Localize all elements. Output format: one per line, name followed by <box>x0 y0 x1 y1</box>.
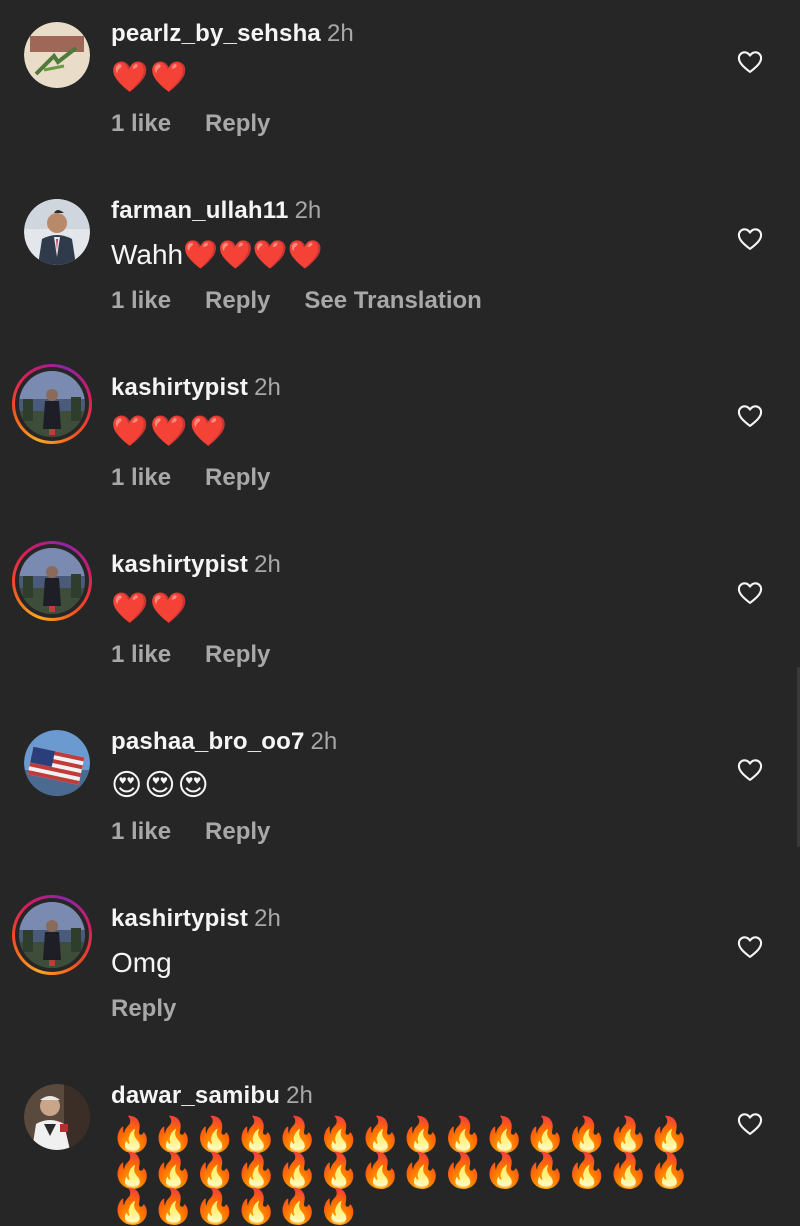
avatar-image <box>19 371 85 437</box>
avatar-ring-gap <box>15 898 89 972</box>
comment-item: kashirtypist 2h ❤️❤️ 1 like Reply <box>0 531 800 708</box>
avatar[interactable] <box>24 730 90 796</box>
reply-button[interactable]: Reply <box>205 641 270 668</box>
comment-username[interactable]: kashirtypist <box>111 905 248 932</box>
comment-username[interactable]: kashirtypist <box>111 551 248 578</box>
comment-text: Wahh❤️❤️❤️❤️ <box>111 239 323 270</box>
heart-outline-icon[interactable] <box>736 1110 764 1138</box>
story-ring-avatar[interactable] <box>12 541 92 621</box>
comments-list: pearlz_by_sehsha 2h ❤️❤️ 1 like Reply farm… <box>0 0 800 1225</box>
comment-actions: 1 like Reply <box>111 464 304 492</box>
comment-header: pearlz_by_sehsha 2h <box>111 20 354 48</box>
reply-button[interactable]: Reply <box>205 818 270 845</box>
comment-actions: 1 like Reply <box>111 110 304 138</box>
comment-username[interactable]: kashirtypist <box>111 374 248 401</box>
comment-time: 2h <box>254 905 281 932</box>
comment-item: kashirtypist 2h Omg Reply <box>0 885 800 1062</box>
avatar-image <box>24 22 90 88</box>
comment-actions: 1 like Reply See Translation <box>111 287 516 315</box>
comment-time: 2h <box>326 20 354 47</box>
comment-header: kashirtypist 2h <box>111 551 281 579</box>
comment-actions: Reply <box>111 995 210 1023</box>
comment-item: pearlz_by_sehsha 2h ❤️❤️ 1 like Reply <box>0 0 800 177</box>
heart-outline-icon[interactable] <box>736 756 764 784</box>
comment-actions: 1 like Reply <box>111 641 304 669</box>
avatar-ring-gap <box>15 367 89 441</box>
like-count-button[interactable]: 1 like <box>111 464 171 491</box>
comment-time: 2h <box>254 551 281 578</box>
heart-outline-icon[interactable] <box>736 579 764 607</box>
avatar[interactable] <box>24 1084 90 1150</box>
comment-actions: 1 like Reply <box>111 818 304 846</box>
comment-time: 2h <box>254 374 281 401</box>
comment-header: farman_ullah11 2h <box>111 197 321 225</box>
avatar-image <box>19 902 85 968</box>
story-ring-avatar[interactable] <box>12 364 92 444</box>
comment-text: ❤️❤️ <box>111 592 190 625</box>
comment-item: kashirtypist 2h ❤️❤️❤️ 1 like Reply <box>0 354 800 531</box>
comment-time: 2h <box>310 728 338 755</box>
reply-button[interactable]: Reply <box>205 287 270 314</box>
comment-username[interactable]: pearlz_by_sehsha <box>111 20 321 47</box>
avatar-image <box>24 1084 90 1150</box>
comment-time: 2h <box>294 197 322 224</box>
avatar[interactable] <box>24 22 90 88</box>
comment-username[interactable]: dawar_samibu <box>111 1082 280 1109</box>
comment-header: dawar_samibu 2h <box>111 1082 313 1110</box>
comment-time: 2h <box>286 1082 313 1109</box>
like-count-button[interactable]: 1 like <box>111 641 171 668</box>
comment-item: farman_ullah11 2h Wahh❤️❤️❤️❤️ 1 like Repl… <box>0 177 800 354</box>
avatar-image <box>24 199 90 265</box>
avatar-ring-gap <box>15 544 89 618</box>
like-count-button[interactable]: 1 like <box>111 818 171 845</box>
reply-button[interactable]: Reply <box>111 995 176 1022</box>
like-count-button[interactable]: 1 like <box>111 287 171 314</box>
avatar-image <box>19 548 85 614</box>
comment-item: pashaa_bro_oo7 2h 😍😍😍 1 like Reply <box>0 708 800 885</box>
like-count-button[interactable]: 1 like <box>111 110 171 137</box>
heart-outline-icon[interactable] <box>736 402 764 430</box>
avatar-image <box>24 730 90 796</box>
comment-text: ❤️❤️❤️ <box>111 415 230 448</box>
comment-text: ❤️❤️ <box>111 61 190 94</box>
story-ring-avatar[interactable] <box>12 895 92 975</box>
comment-text: 🔥🔥🔥🔥🔥🔥🔥🔥🔥🔥🔥🔥🔥🔥🔥🔥🔥🔥🔥🔥🔥🔥🔥🔥🔥🔥🔥🔥🔥🔥🔥🔥🔥🔥 <box>111 1116 691 1226</box>
heart-outline-icon[interactable] <box>736 933 764 961</box>
comment-text: Omg <box>111 947 172 978</box>
comment-username[interactable]: pashaa_bro_oo7 <box>111 728 305 755</box>
avatar[interactable] <box>24 199 90 265</box>
heart-outline-icon[interactable] <box>736 48 764 76</box>
heart-outline-icon[interactable] <box>736 225 764 253</box>
comment-header: pashaa_bro_oo7 2h <box>111 728 337 756</box>
comment-username[interactable]: farman_ullah11 <box>111 197 289 224</box>
reply-button[interactable]: Reply <box>205 464 270 491</box>
see-translation-button[interactable]: See Translation <box>304 287 481 314</box>
comment-item: dawar_samibu 2h 🔥🔥🔥🔥🔥🔥🔥🔥🔥🔥🔥🔥🔥🔥🔥🔥🔥🔥🔥🔥🔥🔥🔥🔥🔥… <box>0 1062 800 1225</box>
comment-text: 😍😍😍 <box>111 769 211 802</box>
comment-header: kashirtypist 2h <box>111 374 281 402</box>
reply-button[interactable]: Reply <box>205 110 270 137</box>
comment-header: kashirtypist 2h <box>111 905 281 933</box>
